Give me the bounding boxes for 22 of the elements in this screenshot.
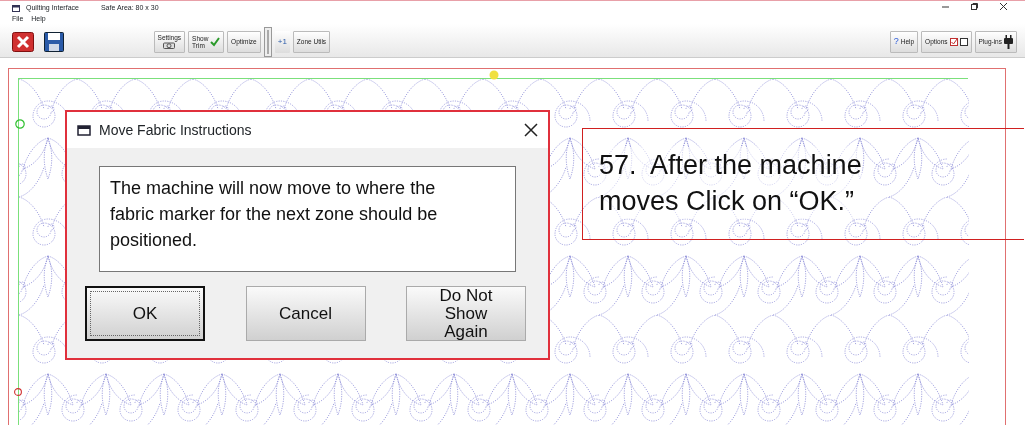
exit-icon[interactable] [12,31,34,52]
app-icon [12,4,20,12]
minimize-icon[interactable] [942,3,949,10]
plug-icon [1004,34,1013,49]
ring-marker [14,388,22,396]
dialog-button[interactable]: OK [85,286,205,341]
dialog-message: The machine will now move to where the fabric marker for the next zone should be positioned. [99,166,516,272]
dialog-button[interactable]: Cancel [245,286,366,341]
maximize-icon[interactable] [971,3,978,10]
close-icon[interactable] [1000,3,1007,10]
ring-marker [15,119,25,129]
checkbox-icon [959,37,968,46]
camera-icon [163,40,176,49]
callout-text: 57. After the machine moves Click on “OK.” [599,147,862,219]
close-icon[interactable] [524,123,538,137]
dialog-button[interactable]: Do Not Show Again [406,286,526,341]
slider-handle-icon[interactable] [263,26,272,57]
position-dot-marker [489,70,499,80]
save-icon[interactable] [44,31,64,52]
window-icon [77,124,91,136]
step-button[interactable]: +1 [274,30,290,53]
dialog-title: Move Fabric Instructions [99,120,253,140]
